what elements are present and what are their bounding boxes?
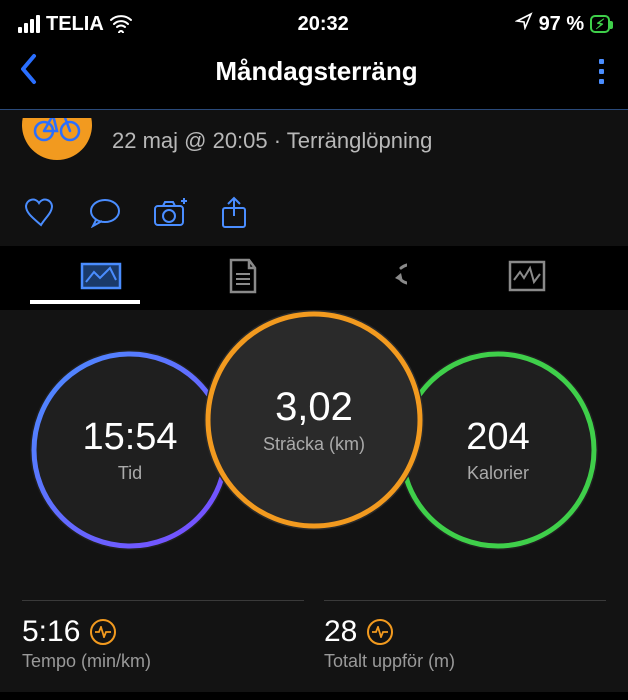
status-right: 97 % ⚡︎ (515, 12, 610, 36)
wifi-icon (110, 15, 132, 33)
stat-pace[interactable]: 5:16 Tempo (min/km) (22, 600, 304, 672)
battery-percent: 97 % (539, 13, 585, 36)
battery-icon: ⚡︎ (590, 15, 610, 33)
activity-meta: 22 maj @ 20:05 · Terränglöpning (112, 128, 432, 154)
clock: 20:32 (298, 13, 349, 36)
gauge-distance[interactable]: 3,02 Sträcka (km) (204, 310, 424, 530)
location-icon (515, 12, 533, 36)
status-left: TELIA (18, 13, 132, 36)
pace-value: 5:16 (22, 615, 80, 649)
comment-button[interactable] (88, 198, 122, 228)
tab-charts[interactable] (456, 260, 598, 304)
signal-icon (18, 15, 40, 33)
charging-icon: ⚡︎ (595, 17, 605, 31)
gauge-time[interactable]: 15:54 Tid (30, 350, 230, 550)
more-menu-button[interactable] (593, 55, 610, 88)
share-button[interactable] (220, 196, 248, 230)
camera-button[interactable] (152, 198, 190, 228)
tab-laps[interactable] (314, 262, 456, 302)
nav-header: Måndagsterräng (0, 42, 628, 109)
page-title: Måndagsterräng (215, 56, 417, 87)
stat-ascent[interactable]: 28 Totalt uppför (m) (324, 600, 606, 672)
tab-overview[interactable] (30, 260, 172, 304)
pulse-icon (367, 619, 393, 645)
like-button[interactable] (24, 198, 58, 228)
carrier-label: TELIA (46, 13, 104, 36)
gauge-calories[interactable]: 204 Kalorier (398, 350, 598, 550)
activity-summary[interactable]: 22 maj @ 20:05 · Terränglöpning (0, 110, 628, 186)
pace-label: Tempo (min/km) (22, 651, 304, 672)
bicycle-icon (33, 118, 81, 142)
tab-details[interactable] (172, 258, 314, 306)
pulse-icon (90, 619, 116, 645)
gauges: 15:54 Tid 204 Kalorier 3,02 Sträcka (km) (0, 310, 628, 600)
social-bar (0, 186, 628, 246)
bottom-stats: 5:16 Tempo (min/km) 28 Totalt uppför (m) (0, 600, 628, 692)
avatar-clip (22, 118, 92, 164)
ascent-value: 28 (324, 615, 357, 649)
activity-avatar (22, 118, 92, 160)
ascent-label: Totalt uppför (m) (324, 651, 606, 672)
back-button[interactable] (18, 52, 40, 91)
tab-bar (0, 246, 628, 306)
status-bar: TELIA 20:32 97 % ⚡︎ (0, 0, 628, 42)
